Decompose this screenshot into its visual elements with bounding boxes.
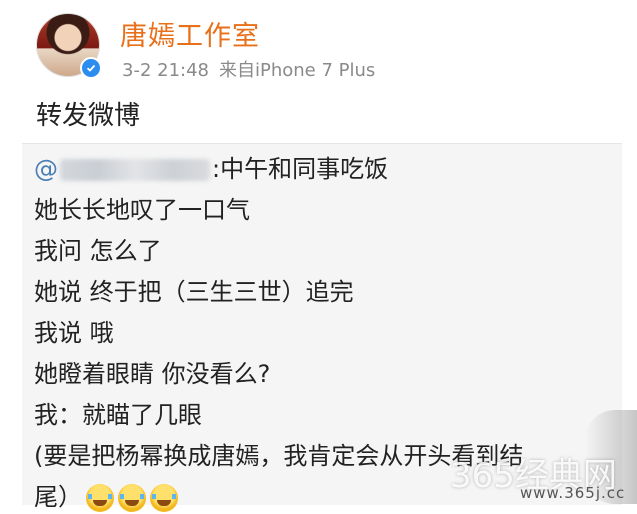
- laugh-cry-emoji-icon: [86, 484, 114, 512]
- quoted-line: 她说 终于把（三生三世）追完: [34, 278, 354, 306]
- mention-prefix: @: [34, 155, 58, 183]
- blurred-username: [60, 159, 210, 181]
- quoted-line: 我：就瞄了几眼: [34, 401, 202, 429]
- username[interactable]: 唐嫣工作室: [120, 14, 260, 53]
- post-meta: 3-2 21:48 来自iPhone 7 Plus: [122, 56, 375, 82]
- verified-badge-icon: [80, 57, 102, 79]
- laugh-cry-emoji-icon: [150, 484, 178, 512]
- avatar-container[interactable]: [36, 13, 102, 79]
- quoted-line-end: 尾）: [34, 483, 82, 511]
- post-source[interactable]: 来自iPhone 7 Plus: [219, 60, 375, 81]
- laugh-cry-emoji-icon: [118, 484, 146, 512]
- mention-link[interactable]: @: [34, 155, 212, 183]
- watermark: 365经典网 www.365j.cc: [450, 448, 630, 502]
- quoted-line: 我说 哦: [34, 319, 114, 347]
- quoted-line: 我问 怎么了: [34, 237, 162, 265]
- quoted-first-line-text: :中午和同事吃饭: [212, 155, 389, 183]
- quoted-line: 她瞪着眼睛 你没看么?: [34, 360, 271, 388]
- post-date: 3-2 21:48: [122, 60, 209, 81]
- quoted-line: 她长长地叹了一口气: [34, 196, 250, 224]
- quoted-first-line: @ :中午和同事吃饭: [34, 152, 388, 186]
- watermark-url: www.365j.cc: [520, 484, 626, 502]
- post-header: 唐嫣工作室 3-2 21:48 来自iPhone 7 Plus 转发微博: [0, 0, 637, 140]
- repost-text: 转发微博: [36, 101, 141, 131]
- quoted-last-line: 尾）: [34, 480, 178, 514]
